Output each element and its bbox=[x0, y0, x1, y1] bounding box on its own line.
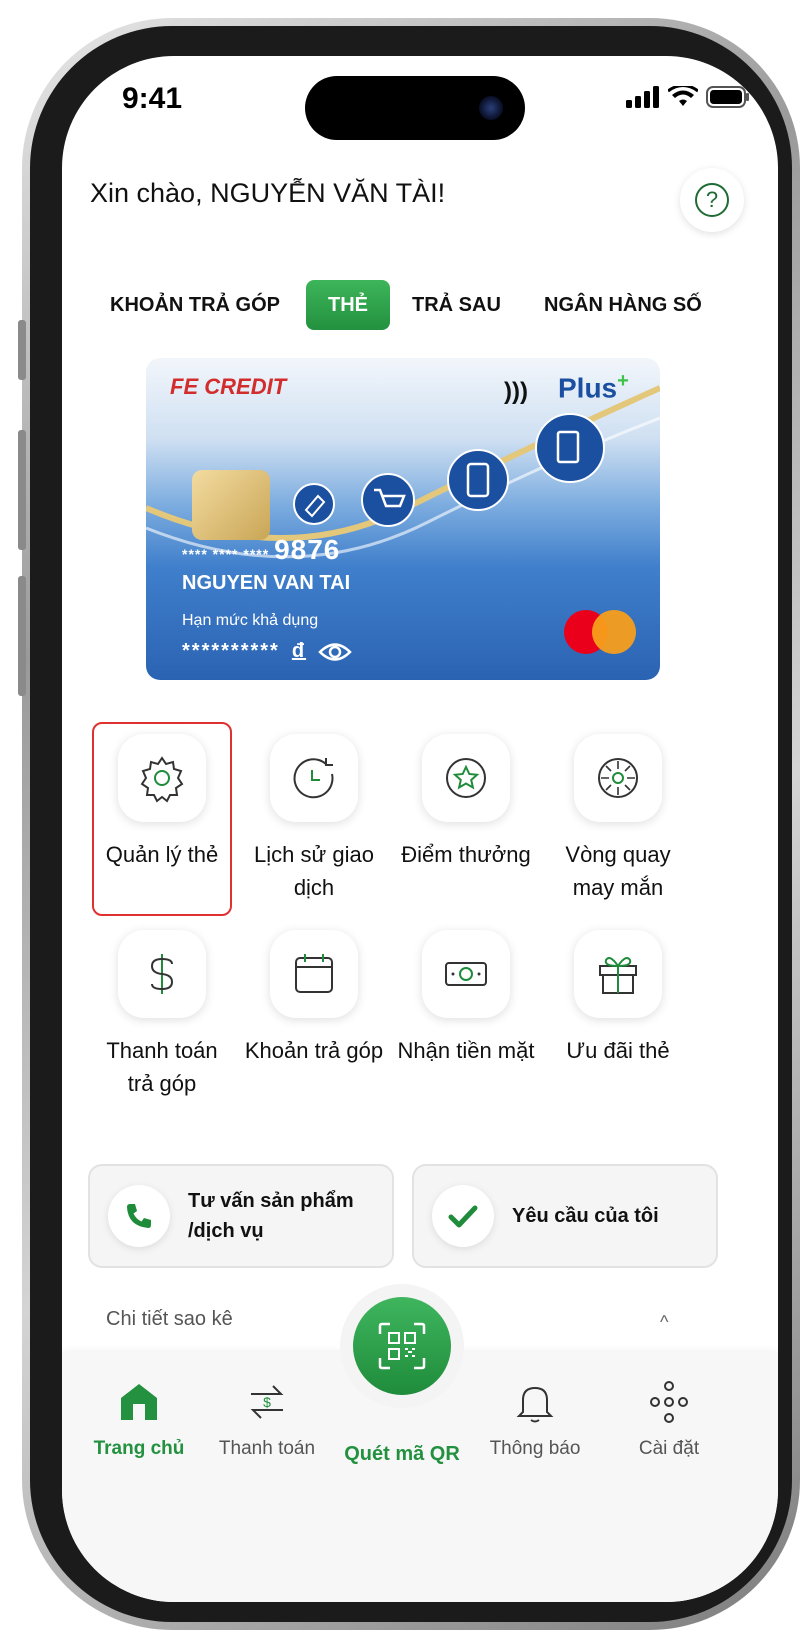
menu-card-offers[interactable]: Ưu đãi thẻ bbox=[548, 930, 688, 1067]
statement-details[interactable]: Chi tiết sao kê bbox=[106, 1308, 233, 1331]
menu-card-management[interactable]: Quản lý thẻ bbox=[92, 722, 232, 916]
nav-label: Cài đặt bbox=[638, 1438, 700, 1459]
nav-notifications[interactable]: Thông báo bbox=[470, 1376, 600, 1462]
tab-card[interactable]: THẺ bbox=[306, 280, 390, 330]
credit-card[interactable]: FE CREDIT ))) Plus+ **** **** **** 9876 … bbox=[146, 358, 660, 680]
card-number: **** **** **** 9876 bbox=[182, 534, 341, 565]
dynamic-island bbox=[305, 76, 525, 140]
app-screen: 9:41 Xin chào, NGUYỄN VĂN TÀI! ? KHOẢN T… bbox=[62, 56, 778, 1602]
transfer-icon: $ bbox=[202, 1376, 332, 1428]
battery-icon bbox=[706, 86, 749, 108]
wifi-icon bbox=[668, 86, 698, 106]
consult-label: Tư vấn sản phẩm /dịch vụ bbox=[188, 1190, 354, 1242]
contactless-icon: ))) bbox=[504, 378, 528, 405]
qr-icon bbox=[353, 1297, 451, 1395]
menu-installment-payment[interactable]: Thanh toán trả góp bbox=[92, 930, 232, 1100]
chevron-up-icon[interactable]: ^ bbox=[660, 1312, 668, 1333]
nav-label: Trang chủ bbox=[93, 1438, 185, 1459]
limit-value: ********** đ bbox=[182, 640, 352, 663]
nav-label: Thanh toán bbox=[218, 1438, 316, 1459]
limit-label: Hạn mức khả dụng bbox=[182, 612, 319, 629]
tab-paylater[interactable]: TRẢ SAU bbox=[412, 280, 501, 330]
question-icon: ? bbox=[695, 183, 729, 217]
fe-credit-logo: FE CREDIT bbox=[170, 374, 287, 399]
wheel-icon bbox=[574, 734, 662, 822]
menu-transaction-history[interactable]: Lịch sử giao dịch bbox=[244, 734, 384, 904]
star-icon bbox=[422, 734, 510, 822]
consult-button[interactable]: Tư vấn sản phẩm /dịch vụ bbox=[88, 1164, 394, 1268]
volume-down-button bbox=[18, 576, 26, 696]
product-tabs: KHOẢN TRẢ GÓP THẺ TRẢ SAU NGÂN HÀNG SỐ bbox=[110, 280, 750, 330]
menu-lucky-wheel[interactable]: Vòng quay may mắn bbox=[548, 734, 688, 904]
mastercard-logo bbox=[564, 608, 640, 656]
phone-icon bbox=[108, 1185, 170, 1247]
gear-icon bbox=[118, 734, 206, 822]
status-time: 9:41 bbox=[122, 82, 183, 115]
mute-switch bbox=[18, 320, 26, 380]
gift-icon bbox=[574, 930, 662, 1018]
tab-installment[interactable]: KHOẢN TRẢ GÓP bbox=[110, 280, 280, 330]
bell-icon bbox=[470, 1376, 600, 1428]
menu-installment-loan[interactable]: Khoản trả góp bbox=[244, 930, 384, 1067]
nav-settings[interactable]: Cài đặt bbox=[604, 1376, 734, 1462]
menu-label: Điểm thưởng bbox=[401, 842, 531, 867]
eye-icon[interactable] bbox=[318, 641, 352, 663]
my-requests-button[interactable]: Yêu cầu của tôi bbox=[412, 1164, 718, 1268]
tab-digital-bank[interactable]: NGÂN HÀNG SỐ bbox=[544, 280, 702, 330]
volume-up-button bbox=[18, 430, 26, 550]
nav-label: Thông báo bbox=[489, 1438, 581, 1459]
menu-label: Nhận tiền mặt bbox=[397, 1038, 535, 1063]
menu-label: Khoản trả góp bbox=[244, 1038, 384, 1063]
history-icon bbox=[270, 734, 358, 822]
menu-label: Quản lý thẻ bbox=[105, 842, 219, 867]
chip-icon bbox=[192, 470, 270, 540]
menu-label: Vòng quay may mắn bbox=[565, 842, 671, 900]
qr-scan-button[interactable] bbox=[340, 1284, 464, 1408]
menu-label: Lịch sử giao dịch bbox=[254, 842, 374, 900]
nav-home[interactable]: Trang chủ bbox=[74, 1376, 204, 1462]
svg-text:$: $ bbox=[263, 1394, 271, 1410]
greeting: Xin chào, NGUYỄN VĂN TÀI! bbox=[90, 178, 446, 208]
signal-icon bbox=[626, 86, 659, 108]
menu-reward-points[interactable]: Điểm thưởng bbox=[396, 734, 536, 871]
my-requests-label: Yêu cầu của tôi bbox=[512, 1205, 659, 1227]
menu-label: Thanh toán trả góp bbox=[106, 1038, 218, 1096]
card-holder: NGUYEN VAN TAI bbox=[182, 572, 351, 594]
camera-icon bbox=[479, 96, 503, 120]
dots-icon bbox=[604, 1376, 734, 1428]
check-icon bbox=[432, 1185, 494, 1247]
status-icons bbox=[626, 86, 750, 108]
nav-payment[interactable]: $ Thanh toán bbox=[202, 1376, 332, 1462]
qr-scan-label[interactable]: Quét mã QR bbox=[330, 1440, 474, 1468]
menu-cash-advance[interactable]: Nhận tiền mặt bbox=[396, 930, 536, 1067]
help-button[interactable]: ? bbox=[680, 168, 744, 232]
menu-label: Ưu đãi thẻ bbox=[566, 1038, 670, 1063]
dollar-icon bbox=[118, 930, 206, 1018]
plus-badge: Plus+ bbox=[558, 370, 629, 404]
home-icon bbox=[74, 1376, 204, 1428]
calendar-icon bbox=[270, 930, 358, 1018]
cash-icon bbox=[422, 930, 510, 1018]
